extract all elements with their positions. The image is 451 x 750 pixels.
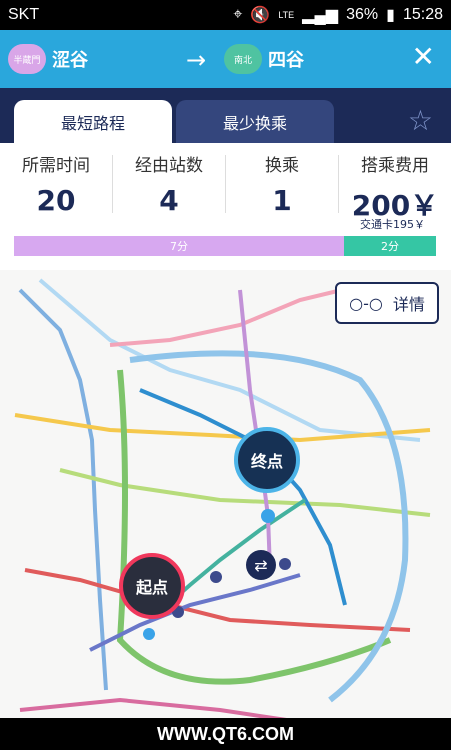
start-pin[interactable]: 起点 [119, 553, 185, 619]
battery-icon: ▮ [386, 7, 395, 24]
destination-station[interactable]: 南北 四谷 [224, 44, 304, 74]
end-pin[interactable]: 终点 [234, 427, 300, 493]
watermark: WWW.QT6.COM [0, 718, 451, 750]
progress-segment-1: 7分 [14, 236, 344, 256]
fare-summary: 搭乘费用 200￥ [339, 143, 451, 224]
arrow-right-icon: → [186, 46, 207, 74]
route-progress: 7分 2分 [14, 236, 436, 256]
clock: 15:28 [402, 6, 443, 23]
location-icon: ⌖ [233, 6, 243, 23]
progress-segment-2: 2分 [344, 236, 436, 256]
time-summary: 所需时间 20 [0, 143, 112, 217]
stations-label: 经由站数 [135, 156, 203, 176]
tab-shortest[interactable]: 最短路程 [14, 100, 172, 143]
stations-value: 4 [159, 184, 179, 217]
detail-label: 详情 [392, 295, 425, 314]
tab-fewest-transfers[interactable]: 最少换乘 [176, 100, 334, 143]
close-icon[interactable]: ✕ [412, 42, 435, 72]
transfers-summary: 换乘 1 [226, 143, 338, 217]
favorite-star-icon[interactable]: ☆ [408, 104, 433, 137]
mute-icon: 🔇 [250, 7, 271, 24]
subway-map[interactable]: ○‑○ 详情 终点 起点 ⇄ [0, 270, 451, 750]
origin-station-name: 涩谷 [52, 50, 88, 71]
transfers-label: 换乘 [265, 156, 299, 176]
origin-line-badge: 半蔵門 [8, 44, 46, 74]
route-tabs: 最短路程 最少换乘 ☆ [0, 88, 451, 143]
time-label: 所需时间 [22, 156, 90, 176]
network-label: LTE [278, 9, 295, 20]
fare-label: 搭乘费用 [361, 156, 429, 176]
signal-icon: ▂▄▆ [302, 7, 339, 24]
transfers-value: 1 [272, 184, 292, 217]
status-bar: SKT ⌖ 🔇 LTE ▂▄▆ 36% ▮ 15:28 [0, 0, 451, 30]
status-icons: ⌖ 🔇 LTE ▂▄▆ 36% ▮ 15:28 [233, 5, 443, 25]
transfer-icon[interactable]: ⇄ [246, 550, 276, 580]
carrier-label: SKT [8, 6, 40, 23]
route-bar: 半蔵門 涩谷 → 南北 四谷 ✕ [0, 30, 451, 88]
detail-button[interactable]: ○‑○ 详情 [335, 282, 439, 324]
card-fare: 交通卡195￥ [360, 218, 425, 231]
destination-line-badge: 南北 [224, 44, 262, 74]
glasses-icon: ○‑○ [349, 293, 383, 313]
time-value: 20 [36, 184, 76, 217]
origin-station[interactable]: 半蔵門 涩谷 [8, 44, 88, 74]
destination-station-name: 四谷 [268, 50, 304, 71]
battery-percent: 36% [346, 6, 379, 23]
map-lines [0, 270, 451, 750]
stations-summary: 经由站数 4 [113, 143, 225, 217]
